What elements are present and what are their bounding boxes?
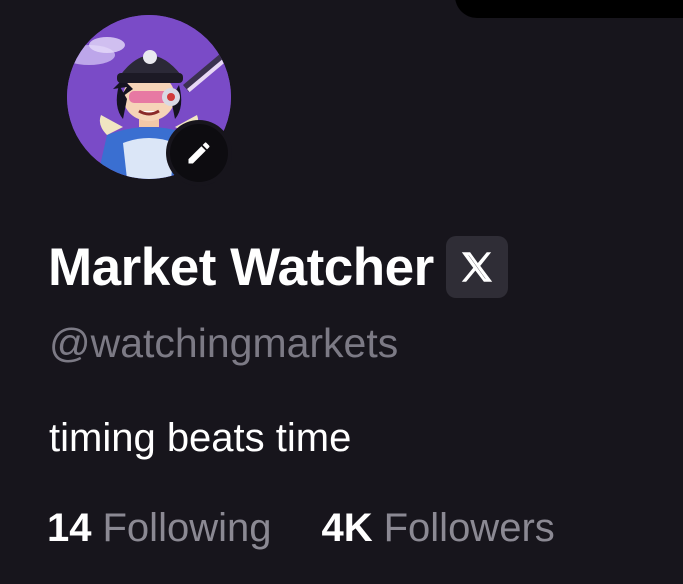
profile-header: Market Watcher xyxy=(48,236,508,298)
profile-bio: timing beats time xyxy=(49,416,352,460)
edit-avatar-button[interactable] xyxy=(166,120,232,186)
x-badge[interactable] xyxy=(445,236,508,298)
followers-link[interactable]: 4K Followers xyxy=(321,506,554,551)
username-handle: @watchingmarkets xyxy=(49,320,399,366)
x-logo-icon xyxy=(461,252,492,282)
top-panel-edge xyxy=(455,0,683,18)
following-link[interactable]: 14 Following xyxy=(47,506,271,551)
followers-count: 4K xyxy=(321,506,373,550)
profile-stats: 14 Following 4K Followers xyxy=(47,506,555,551)
pencil-icon xyxy=(188,142,210,164)
following-label: Following xyxy=(102,506,272,550)
edit-button-inner xyxy=(170,124,228,182)
display-name: Market Watcher xyxy=(48,237,434,297)
followers-label: Followers xyxy=(383,506,555,550)
following-count: 14 xyxy=(47,506,92,550)
